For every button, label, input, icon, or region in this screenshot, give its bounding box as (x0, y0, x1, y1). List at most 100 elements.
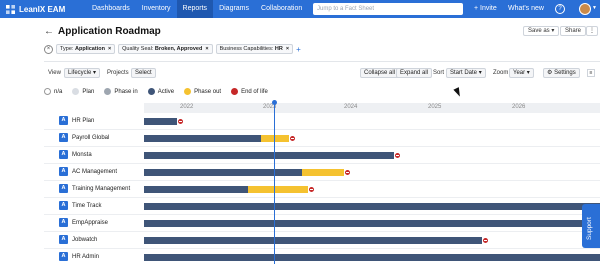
save-as-button[interactable]: Save as ▾ (523, 26, 560, 36)
table-row[interactable]: A Jobwatch (44, 232, 600, 249)
save-as-label: Save as (528, 28, 550, 34)
active-bar[interactable] (144, 135, 261, 142)
active-bar[interactable] (144, 152, 394, 159)
filter-chip-type[interactable]: Type: Application × (56, 44, 116, 54)
year-label: 2026 (512, 104, 526, 110)
legend-item: n/a (44, 88, 62, 95)
application-name[interactable]: Training Management (72, 186, 130, 192)
nav-diagrams[interactable]: Diagrams (213, 0, 255, 18)
end-of-life-marker[interactable] (344, 169, 351, 176)
filter-chip-business-capabilities[interactable]: Business Capabilities: HR × (215, 44, 294, 54)
table-row[interactable]: A Monsta (44, 147, 600, 164)
end-of-life-marker[interactable] (394, 152, 401, 159)
active-bar[interactable] (144, 237, 482, 244)
application-name[interactable]: Monsta (72, 152, 92, 158)
table-row[interactable]: A Training Management (44, 181, 600, 198)
row-label: A Training Management (59, 184, 130, 193)
help-icon[interactable]: ? (555, 4, 565, 14)
support-button[interactable]: Support (582, 204, 600, 248)
application-name[interactable]: Payroll Global (72, 135, 109, 141)
active-bar[interactable] (144, 203, 600, 210)
settings-button[interactable]: ⚙ Settings (543, 68, 580, 78)
legend-label: Plan (82, 88, 95, 95)
close-icon[interactable]: × (108, 46, 111, 52)
year-label: 2025 (428, 104, 442, 110)
timeline-header (144, 103, 600, 113)
application-name[interactable]: EmpAppraise (72, 220, 108, 226)
active-bar[interactable] (144, 169, 302, 176)
row-label: A Jobwatch (59, 235, 97, 244)
view-select-value: Lifecycle (68, 70, 92, 76)
settings-label: Settings (554, 70, 576, 76)
add-filter-button[interactable]: + (296, 45, 301, 54)
back-arrow-icon[interactable]: ← (44, 26, 54, 37)
active-bar[interactable] (144, 186, 248, 193)
table-row[interactable]: A Payroll Global (44, 130, 600, 147)
phase-out-bar[interactable] (261, 135, 289, 142)
table-row[interactable]: A HR Admin (44, 249, 600, 264)
application-badge: A (59, 167, 68, 176)
clear-filters-icon[interactable]: × (44, 44, 53, 54)
active-bar[interactable] (144, 220, 600, 227)
nav-collaboration[interactable]: Collaboration (255, 0, 308, 18)
collapse-all-button[interactable]: Collapse all (360, 68, 400, 78)
phase-out-bar[interactable] (302, 169, 344, 176)
application-name[interactable]: Time Track (72, 203, 101, 209)
legend-label: Phase out (194, 88, 222, 95)
more-icon[interactable]: ⋮ (586, 26, 598, 36)
today-marker-dot[interactable] (272, 100, 277, 105)
sort-label: Sort (433, 70, 445, 76)
table-row[interactable]: A EmpAppraise (44, 215, 600, 232)
nav-reports[interactable]: Reports (176, 0, 214, 18)
end-of-life-marker[interactable] (289, 135, 296, 142)
active-bar[interactable] (144, 118, 177, 125)
main-nav: Dashboards Inventory Reports Diagrams Co… (86, 0, 308, 18)
end-of-life-marker[interactable] (177, 118, 184, 125)
filter-chip-quality-seal[interactable]: Quality Seal: Broken, Approved × (118, 44, 213, 54)
divider (44, 61, 600, 62)
table-row[interactable]: A AC Management (44, 164, 600, 181)
nav-dashboards[interactable]: Dashboards (86, 0, 136, 18)
share-button[interactable]: Share (560, 26, 587, 36)
application-badge: A (59, 235, 68, 244)
end-of-life-marker[interactable] (482, 237, 489, 244)
view-select[interactable]: Lifecycle ▾ (64, 68, 101, 78)
close-icon[interactable]: × (286, 46, 289, 52)
filter-key: Type: (60, 46, 74, 52)
lifecycle-legend: n/a Plan Phase in Active Phase out End o… (44, 88, 268, 95)
zoom-select[interactable]: Year ▾ (509, 68, 534, 78)
end-of-life-marker[interactable] (308, 186, 315, 193)
support-label: Support (586, 217, 593, 240)
nav-inventory[interactable]: Inventory (136, 0, 177, 18)
row-label: A Time Track (59, 201, 101, 210)
table-icon[interactable]: ≡ (587, 69, 595, 77)
year-label: 2022 (180, 104, 194, 110)
application-name[interactable]: HR Plan (72, 118, 94, 124)
legend-dot (72, 88, 80, 95)
active-bar[interactable] (144, 254, 600, 261)
search-input[interactable]: Jump to a Fact Sheet (313, 3, 463, 15)
expand-all-button[interactable]: Expand all (396, 68, 433, 78)
whats-new-button[interactable]: What's new (508, 0, 544, 18)
application-badge: A (59, 150, 68, 159)
table-row[interactable]: A HR Plan (44, 113, 600, 130)
sort-select[interactable]: Start Date ▾ (446, 68, 486, 78)
application-name[interactable]: AC Management (72, 169, 117, 175)
row-label: A Payroll Global (59, 133, 109, 142)
table-row[interactable]: A Time Track (44, 198, 600, 215)
application-name[interactable]: HR Admin (72, 254, 99, 260)
legend-item: Active (147, 88, 174, 95)
projects-select[interactable]: Select (131, 68, 156, 78)
brand[interactable]: LeanIX EAM (6, 4, 86, 14)
avatar[interactable] (579, 3, 591, 15)
application-name[interactable]: Jobwatch (72, 237, 97, 243)
legend-label: End of life (241, 88, 268, 95)
chevron-down-icon: ▾ (526, 70, 530, 76)
close-icon[interactable]: × (205, 46, 208, 52)
invite-button[interactable]: + Invite (474, 0, 497, 18)
legend-dot (104, 88, 112, 95)
legend-dot (184, 88, 192, 95)
chevron-down-icon[interactable]: ▼ (592, 5, 597, 11)
legend-label: n/a (54, 88, 63, 95)
phase-out-bar[interactable] (248, 186, 308, 193)
